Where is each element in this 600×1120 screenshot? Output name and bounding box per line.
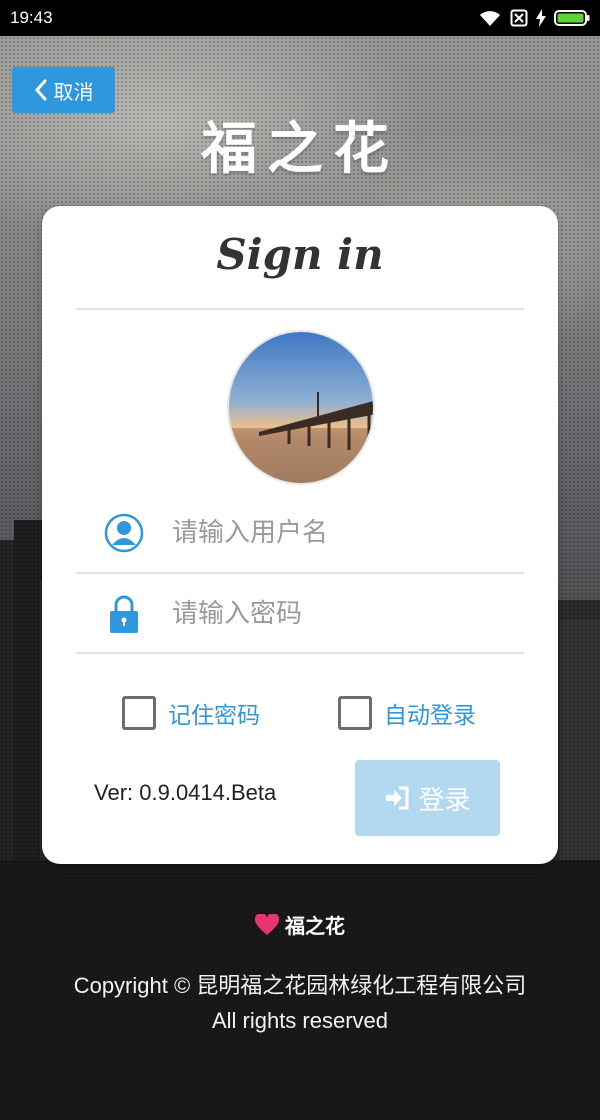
- username-input[interactable]: [172, 518, 512, 548]
- remember-password-label: 记住密码: [168, 703, 260, 729]
- version-text: Ver: 0.9.0414.Beta: [94, 780, 277, 805]
- auto-login-label: 自动登录: [384, 703, 476, 729]
- avatar: [227, 330, 375, 485]
- remember-password-checkbox[interactable]: [122, 696, 156, 730]
- card-title: Sign in: [216, 230, 384, 279]
- wifi-icon: [480, 11, 500, 26]
- copyright-line-2: All rights reserved: [211, 1008, 389, 1033]
- footer-logo-text: 福之花: [285, 914, 345, 938]
- cancel-label: 取消: [53, 79, 94, 104]
- remember-password-option[interactable]: 记住密码: [122, 696, 260, 730]
- footer-logo: 福之花: [0, 910, 600, 939]
- lock-icon: [76, 594, 172, 634]
- sign-in-icon: [386, 786, 409, 810]
- copyright: Copyright © 昆明福之花园林绿化工程有限公司 All rights r…: [0, 968, 600, 1038]
- user-icon: [76, 513, 172, 553]
- password-input[interactable]: [172, 599, 512, 629]
- username-field[interactable]: [76, 503, 524, 563]
- login-card: Sign in 请输入用户名 记住密码 自动登录 Ver: 0.9.0414.B…: [42, 206, 558, 864]
- battery-icon: [554, 10, 590, 26]
- brand-title: 福之花: [201, 116, 399, 182]
- status-icons: [478, 9, 590, 27]
- charging-icon: [536, 9, 546, 27]
- login-label: 登录: [418, 785, 471, 816]
- password-field[interactable]: [76, 584, 524, 644]
- status-time: 19:43: [10, 8, 53, 27]
- auto-login-option[interactable]: 自动登录: [338, 696, 476, 730]
- divider: [76, 308, 524, 310]
- divider: [76, 572, 524, 574]
- status-bar: 19:43: [0, 0, 600, 36]
- chevron-left-icon: [34, 79, 46, 101]
- no-sim-icon: [510, 9, 528, 27]
- login-button[interactable]: 登录: [355, 760, 500, 836]
- heart-icon: [255, 913, 279, 935]
- divider: [76, 652, 524, 654]
- auto-login-checkbox[interactable]: [338, 696, 372, 730]
- copyright-line-1: Copyright © 昆明福之花园林绿化工程有限公司: [73, 973, 527, 998]
